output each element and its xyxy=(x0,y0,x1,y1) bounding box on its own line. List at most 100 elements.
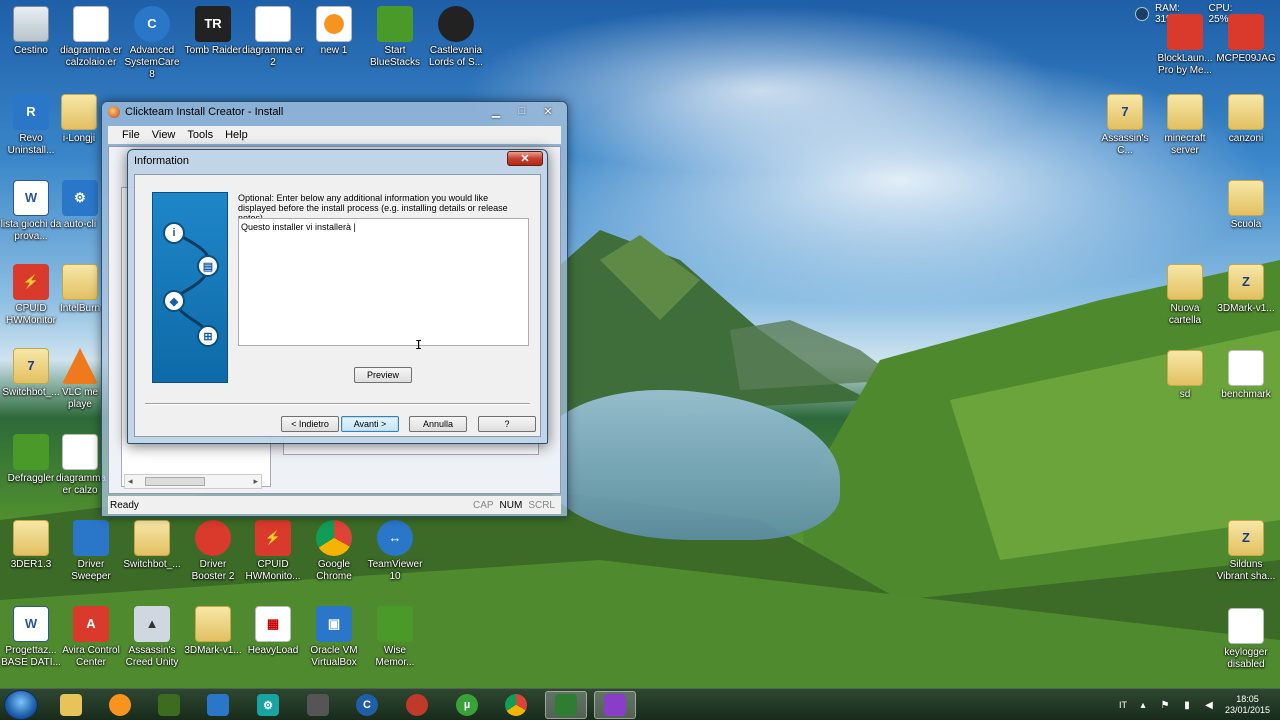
taskbar-app-3[interactable] xyxy=(148,691,190,719)
desktop-icon-blocklauncher[interactable]: BlockLaun... Pro by Me... xyxy=(1154,14,1216,77)
driver-sweeper-icon xyxy=(73,520,109,556)
document-icon xyxy=(73,6,109,42)
taskbar-app-4[interactable] xyxy=(197,691,239,719)
hwmonitor-icon: ⚡ xyxy=(255,520,291,556)
desktop-icon-auto-cli[interactable]: ⚙ auto-cli xyxy=(56,180,104,231)
desktop-icon-tomb-raider[interactable]: TR Tomb Raider xyxy=(182,6,244,57)
menu-view[interactable]: View xyxy=(152,129,176,141)
desktop-icon-vlc[interactable]: VLC me playe xyxy=(56,348,104,411)
system-tray: IT ▴ ⚑ ▮ ◀ 18:05 23/01/2015 xyxy=(1119,689,1270,720)
dialog-close-button[interactable]: ✕ xyxy=(507,151,543,166)
desktop-icon-diagramma-er-2[interactable]: diagramma er 2 xyxy=(242,6,304,69)
desktop-icon-benchmark[interactable]: benchmark xyxy=(1215,350,1277,401)
desktop-icon-3dmark-zip[interactable]: Z 3DMark-v1... xyxy=(1215,264,1277,315)
desktop-icon-nuova-cartella[interactable]: Nuova cartella xyxy=(1154,264,1216,327)
desktop-icon-canzoni[interactable]: canzoni xyxy=(1215,94,1277,145)
chrome-icon xyxy=(505,694,527,716)
desktop-icon-avira[interactable]: A Avira Control Center xyxy=(60,606,122,669)
close-button[interactable]: ✕ xyxy=(535,103,561,119)
desktop-icon-lista-giochi[interactable]: W lista giochi da prova... xyxy=(0,180,62,243)
desktop-icon-scuola[interactable]: Scuola xyxy=(1215,180,1277,231)
back-button[interactable]: < Indietro xyxy=(281,416,339,432)
desktop-icon-defraggler[interactable]: Defraggler xyxy=(0,434,62,485)
app-icon xyxy=(307,694,329,716)
desktop-icon-intelburn[interactable]: IntelBurn xyxy=(56,264,104,315)
desktop-icon-assassins-archive[interactable]: 7 Assassin's C... xyxy=(1094,94,1156,157)
information-dialog[interactable]: Information ✕ i ▤ ◆ ⊞ Optional: Enter be… xyxy=(127,149,548,444)
desktop-icon-wise-memory[interactable]: Wise Memor... xyxy=(364,606,426,669)
menu-file[interactable]: File xyxy=(122,129,140,141)
language-indicator[interactable]: IT xyxy=(1119,700,1127,710)
desktop-icon-cestino[interactable]: Cestino xyxy=(0,6,62,57)
desktop-icon-diagramma-er-calzolaio[interactable]: diagramma er calzolaio.er xyxy=(60,6,122,69)
network-icon[interactable]: ▮ xyxy=(1181,699,1193,711)
desktop-icon-assassins-creed-unity[interactable]: ▲ Assassin's Creed Unity xyxy=(121,606,183,669)
desktop-icon-bluestacks[interactable]: Start BlueStacks xyxy=(364,6,426,69)
taskbar-install-creator[interactable] xyxy=(545,691,587,719)
desktop-icon-silduns[interactable]: Z Silduns Vibrant sha... xyxy=(1215,520,1277,583)
taskbar-app-12[interactable] xyxy=(594,691,636,719)
menu-tools[interactable]: Tools xyxy=(187,129,213,141)
desktop-icon-advanced-systemcare[interactable]: C Advanced SystemCare 8 xyxy=(121,6,183,81)
start-button[interactable] xyxy=(4,690,38,720)
desktop-icon-i-longji[interactable]: i-Longji xyxy=(54,94,104,145)
archive-icon: Z xyxy=(1228,520,1264,556)
desktop-icon-switchbot-archive[interactable]: 7 Switchbot_... xyxy=(0,348,62,399)
taskbar-advanced-systemcare[interactable]: C xyxy=(346,691,388,719)
desktop-icon-progettazione[interactable]: W Progettaz... BASE DATI... xyxy=(0,606,62,669)
teamviewer-icon: ↔ xyxy=(377,520,413,556)
desktop-icon-virtualbox[interactable]: ▣ Oracle VM VirtualBox xyxy=(303,606,365,669)
desktop-icon-cpuid-hwmonitor-2[interactable]: ⚡ CPUID HWMonito... xyxy=(242,520,304,583)
desktop-icon-3dmark-archive[interactable]: 3DMark-v1... xyxy=(182,606,244,657)
desktop-icon-cpuid-hwmonitor[interactable]: ⚡ CPUID HWMonitor xyxy=(0,264,62,327)
dialog-separator xyxy=(145,403,530,405)
shield-icon: ◆ xyxy=(163,290,185,312)
desktop-icon-3der[interactable]: 3DER1.3 xyxy=(0,520,62,571)
action-center-icon[interactable]: ⚑ xyxy=(1159,699,1171,711)
next-button[interactable]: Avanti > xyxy=(341,416,399,432)
taskbar-chrome[interactable] xyxy=(495,691,537,719)
menu-help[interactable]: Help xyxy=(225,129,248,141)
scroll-thumb[interactable] xyxy=(145,477,205,486)
desktop-icon-diagramma-er-calzo[interactable]: diagramma er calzo xyxy=(56,434,106,497)
preview-button[interactable]: Preview xyxy=(354,367,412,383)
status-text: Ready xyxy=(110,499,139,511)
clock[interactable]: 18:05 23/01/2015 xyxy=(1225,694,1270,716)
desktop-icon-keylogger[interactable]: keylogger disabled xyxy=(1215,608,1277,671)
desktop-icon-google-chrome[interactable]: Google Chrome xyxy=(303,520,365,583)
heavyload-icon: ▦ xyxy=(255,606,291,642)
taskbar-app-8[interactable] xyxy=(396,691,438,719)
app-icon xyxy=(207,694,229,716)
taskbar-utorrent[interactable]: µ xyxy=(446,691,488,719)
desktop-icon-revo-uninstaller[interactable]: R Revo Uninstall... xyxy=(0,94,62,157)
desktop-icon-new-1[interactable]: new 1 xyxy=(303,6,365,57)
cancel-button[interactable]: Annulla xyxy=(409,416,467,432)
desktop-icon-driver-booster[interactable]: Driver Booster 2 xyxy=(182,520,244,583)
desktop-icon-minecraft-server[interactable]: minecraft server xyxy=(1154,94,1216,157)
desktop-icon-heavyload[interactable]: ▦ HeavyLoad xyxy=(242,606,304,657)
desktop-icon-mcpe[interactable]: MCPE09JAG xyxy=(1215,14,1277,65)
minimize-button[interactable]: ▁ xyxy=(483,103,509,119)
desktop-icon-castlevania[interactable]: Castlevania Lords of S... xyxy=(425,6,487,69)
taskbar-app-6[interactable] xyxy=(297,691,339,719)
taskbar-firefox[interactable] xyxy=(99,691,141,719)
taskbar-app-5[interactable]: ⚙ xyxy=(247,691,289,719)
information-textarea[interactable]: Questo installer vi installerà | xyxy=(238,218,529,346)
volume-icon[interactable]: ◀ xyxy=(1203,699,1215,711)
info-icon: i xyxy=(163,222,185,244)
desktop-icon-switchbot-folder[interactable]: Switchbot_... xyxy=(121,520,183,571)
utorrent-icon: µ xyxy=(456,694,478,716)
help-button[interactable]: ? xyxy=(478,416,536,432)
scroll-left-arrow-icon[interactable]: ◂ xyxy=(128,476,133,487)
desktop-icon-teamviewer[interactable]: ↔ TeamViewer 10 xyxy=(364,520,426,583)
desktop-icon-driver-sweeper[interactable]: Driver Sweeper xyxy=(60,520,122,583)
desktop-icon-sd[interactable]: sd xyxy=(1154,350,1216,401)
maximize-button[interactable]: □ xyxy=(509,103,535,119)
app-icon xyxy=(406,694,428,716)
vlc-icon xyxy=(62,348,98,384)
scroll-right-arrow-icon[interactable]: ▸ xyxy=(253,476,258,487)
taskbar-explorer[interactable] xyxy=(50,691,92,719)
show-hidden-icons-icon[interactable]: ▴ xyxy=(1137,699,1149,711)
tree-horizontal-scrollbar[interactable]: ◂ ▸ xyxy=(124,474,262,489)
dialog-title: Information xyxy=(134,155,190,167)
